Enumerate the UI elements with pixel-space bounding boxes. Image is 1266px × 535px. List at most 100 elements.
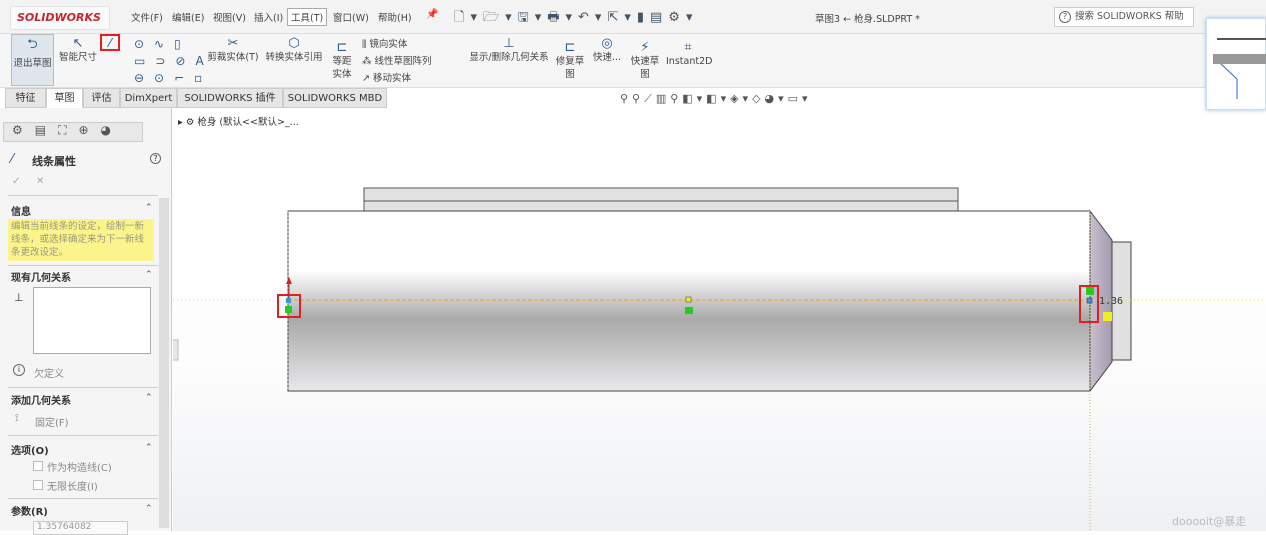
menu-view[interactable]: 视图(V) [213, 10, 246, 24]
panel-title: 线条属性 [32, 155, 76, 168]
command-tabs: 特征 草图 评估 DimXpert SOLIDWORKS 插件 SOLIDWOR… [0, 88, 400, 108]
tab-dimxpert[interactable]: DimXpert [120, 88, 177, 108]
tab-sketch[interactable]: 草图 [46, 88, 83, 108]
command-manager: ⮌ 退出草图 ↖ 智能尺寸 ⁄ ⊙∿▯ ▭⊃⊘A ⊖⊙⌐▫ ✂ 剪裁实体(T) ⬡ 转换… [0, 34, 1266, 88]
collapse-icon[interactable]: ⌃ [145, 270, 153, 280]
move-label: 移动实体 [372, 73, 411, 84]
collapse-icon[interactable]: ⌃ [145, 203, 153, 213]
cancel-button[interactable]: ✕ [36, 176, 44, 187]
convert-icon: ⬡ [288, 36, 300, 51]
exit-sketch-button[interactable]: ⮌ 退出草图 [11, 34, 54, 86]
horizontal-relation-icon[interactable] [285, 306, 292, 313]
quick-access-toolbar[interactable]: 🗋▾🗁▾🖫▾🖶▾↶▾⇱▾▮▤⚙▾ [454, 8, 698, 30]
instant2d-icon: ⌗ [684, 40, 692, 55]
collapse-icon[interactable]: ⌃ [145, 393, 153, 403]
perpendicular-relation-icon[interactable] [1103, 312, 1112, 321]
panel-collapse-handle[interactable] [173, 339, 179, 361]
menu-insert[interactable]: 插入(I) [254, 10, 283, 24]
mirror-button[interactable]: ⫼ 镜向实体 [362, 36, 432, 53]
panel-scrollbar[interactable] [159, 198, 169, 528]
linear-pattern-button[interactable]: ⁂ 线性草图阵列 [362, 53, 432, 70]
offset-icon: ⊏ [336, 40, 348, 55]
repair-icon: ⊏ [564, 40, 576, 55]
title-bar: SOLIDWORKS 文件(F) 编辑(E) 视图(V) 插入(I) 工具(T)… [0, 0, 1266, 34]
ok-button[interactable]: ✓ [12, 176, 20, 187]
rapid-sketch-icon: ⚡ [640, 40, 650, 55]
help-search-placeholder: 搜索 SOLIDWORKS 帮助 [1075, 11, 1184, 22]
offset-button[interactable]: ⊏ 等距实体 [328, 40, 356, 81]
document-title: 草图3 ← 枪身.SLDPRT * [815, 14, 920, 25]
help-search-input[interactable]: ? 搜索 SOLIDWORKS 帮助 [1054, 7, 1194, 27]
length-readout: 1.36 [1099, 296, 1123, 307]
trim-button[interactable]: ✂ 剪裁实体(T) [206, 36, 260, 64]
menu-window[interactable]: 窗口(W) [333, 10, 369, 24]
status-text: 欠定义 [34, 369, 64, 380]
convert-entities-button[interactable]: ⬡ 转换实体引用 [263, 36, 325, 64]
horizontal-relation-icon[interactable] [685, 307, 693, 314]
view-thumbnail [1206, 18, 1266, 110]
infinite-length-checkbox[interactable] [33, 480, 43, 490]
perpendicular-icon: ⊥ [14, 291, 24, 304]
heads-up-view-toolbar[interactable]: ⚲⚲⟋▥⚲◧▾◧▾◈▾◇◕▾▭▾ [620, 92, 812, 106]
offset-label: 等距实体 [332, 56, 352, 80]
tab-features[interactable]: 特征 [5, 88, 46, 108]
display-relations-button[interactable]: ⊥ 显示/删除几何关系 [466, 36, 552, 64]
length-input[interactable]: 1.35764082 [33, 521, 128, 535]
convert-label: 转换实体引用 [265, 52, 323, 63]
snap-icon: ◎ [601, 36, 613, 51]
solidworks-logo[interactable]: SOLIDWORKS [10, 6, 110, 30]
info-message: 编辑当前线条的设定，绘制一新线条，或选择确定来为下一新线条更改设定。 [8, 219, 154, 261]
tab-mbd[interactable]: SOLIDWORKS MBD [283, 88, 387, 108]
construction-checkbox[interactable] [33, 461, 43, 471]
pin-icon[interactable]: 📌 [426, 9, 438, 20]
part-name: 枪身 (默认<<默认>_... [197, 117, 299, 128]
fix-icon: ⟟ [15, 413, 19, 424]
tab-addins[interactable]: SOLIDWORKS 插件 [177, 88, 283, 108]
repair-label: 修复草图 [555, 56, 585, 80]
line-tool-button[interactable]: ⁄ [100, 34, 120, 51]
construction-label: 作为构造线(C) [47, 463, 112, 474]
pattern-group: ⫼ 镜向实体 ⁂ 线性草图阵列 ↗ 移动实体 [362, 36, 432, 87]
feature-tree-root[interactable]: ▸ ⚙ 枪身 (默认<<默认>_... [178, 114, 299, 128]
info-icon: i [13, 364, 25, 376]
collapse-icon[interactable]: ⌃ [145, 504, 153, 514]
help-icon[interactable]: ? [150, 153, 161, 164]
smart-dimension-button[interactable]: ↖ 智能尺寸 [57, 36, 99, 64]
trim-label: 剪裁实体(T) [207, 52, 259, 63]
mirror-label: 镜向实体 [369, 39, 408, 50]
graphics-area[interactable]: 1.36 [173, 108, 1266, 531]
info-section-header[interactable]: 信息 [11, 203, 31, 218]
menu-help[interactable]: 帮助(H) [378, 10, 412, 24]
menu-tools[interactable]: 工具(T) [287, 8, 328, 26]
relations-list[interactable] [33, 287, 151, 354]
exit-sketch-label: 退出草图 [13, 58, 52, 69]
move-button[interactable]: ↗ 移动实体 [362, 70, 432, 87]
manager-tabs[interactable]: ⚙▤⛶⊕◕ [3, 122, 143, 142]
infinite-length-label: 无限长度(I) [47, 482, 98, 493]
instant2d-button[interactable]: ⌗ Instant2D [666, 40, 713, 68]
parameters-header[interactable]: 参数(R) [11, 503, 48, 518]
menu-edit[interactable]: 编辑(E) [172, 10, 204, 24]
instant2d-label: Instant2D [666, 56, 713, 67]
exit-sketch-icon: ⮌ [27, 37, 38, 52]
tab-evaluate[interactable]: 评估 [83, 88, 120, 108]
rapid-sketch-label: 快速草图 [630, 56, 660, 80]
menu-file[interactable]: 文件(F) [131, 10, 163, 24]
quick-snaps-button[interactable]: ◎ 快速... [592, 36, 622, 64]
rapid-sketch-button[interactable]: ⚡ 快速草图 [628, 40, 662, 81]
add-relations-header[interactable]: 添加几何关系 [11, 392, 71, 407]
trim-icon: ✂ [227, 36, 239, 51]
smart-dimension-label: 智能尺寸 [58, 52, 97, 63]
line-icon: ⁄ [11, 152, 14, 167]
existing-relations-header[interactable]: 现有几何关系 [11, 269, 71, 284]
help-icon: ? [1059, 11, 1071, 23]
fix-relation-button[interactable]: 固定(F) [35, 414, 69, 429]
coincident-relation-icon[interactable] [1086, 287, 1094, 295]
collapse-icon[interactable]: ⌃ [145, 443, 153, 453]
linear-pattern-label: 线性草图阵列 [374, 56, 432, 67]
repair-sketch-button[interactable]: ⊏ 修复草图 [555, 40, 585, 81]
midpoint-icon[interactable] [685, 296, 692, 303]
display-relations-label: 显示/删除几何关系 [469, 52, 549, 63]
options-header[interactable]: 选项(O) [11, 442, 49, 457]
sketch-entity-tools[interactable]: ⊙∿▯ ▭⊃⊘A ⊖⊙⌐▫ [134, 36, 214, 87]
